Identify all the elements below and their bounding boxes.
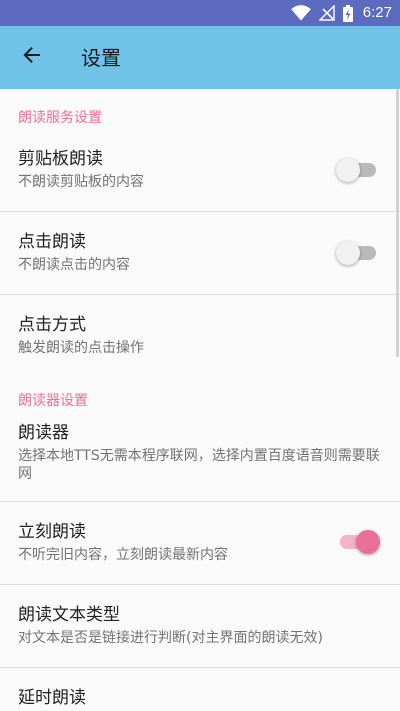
switch-thumb — [356, 530, 380, 554]
pref-immediate-read[interactable]: 立刻朗读 不听完旧内容，立刻朗读最新内容 — [0, 502, 400, 585]
clipboard-read-switch[interactable] — [336, 158, 376, 182]
page-title: 设置 — [81, 46, 121, 70]
category-reading-service: 朗读服务设置 — [18, 110, 102, 126]
pref-delayed-read[interactable]: 延时朗读 — [0, 668, 400, 711]
battery-charging-icon — [342, 4, 353, 22]
signal-off-icon — [318, 5, 335, 21]
wifi-icon — [290, 5, 311, 21]
pref-title: 点击朗读 — [18, 232, 86, 252]
pref-title: 朗读文本类型 — [18, 605, 120, 625]
pref-summary: 对文本是否是链接进行判断(对主界面的朗读无效) — [18, 630, 323, 646]
switch-thumb — [336, 241, 360, 265]
pref-title: 朗读器 — [18, 423, 69, 443]
pref-title: 立刻朗读 — [18, 522, 86, 542]
pref-summary: 不朗读剪贴板的内容 — [18, 174, 144, 190]
immediate-read-switch[interactable] — [340, 530, 380, 554]
click-read-switch[interactable] — [336, 241, 376, 265]
status-icons: 6:27 — [290, 4, 392, 22]
settings-list: 朗读服务设置 剪贴板朗读 不朗读剪贴板的内容 点击朗读 不朗读点击的内容 点击方… — [0, 89, 400, 711]
pref-title: 点击方式 — [18, 315, 86, 335]
switch-thumb — [336, 158, 360, 182]
arrow-back-icon — [22, 45, 42, 69]
pref-summary: 不朗读点击的内容 — [18, 257, 130, 273]
status-bar: 6:27 — [0, 0, 400, 26]
pref-summary: 不听完旧内容，立刻朗读最新内容 — [18, 547, 228, 563]
pref-summary: 触发朗读的点击操作 — [18, 340, 144, 356]
pref-title: 剪贴板朗读 — [18, 149, 103, 169]
back-button[interactable] — [10, 34, 54, 80]
status-time: 6:27 — [362, 4, 392, 21]
pref-summary: 选择本地TTS无需本程序联网，选择内置百度语音则需要联网 — [18, 448, 380, 482]
pref-click-mode[interactable]: 点击方式 触发朗读的点击操作 — [0, 295, 400, 372]
pref-text-type[interactable]: 朗读文本类型 对文本是否是链接进行判断(对主界面的朗读无效) — [0, 585, 400, 668]
category-reader: 朗读器设置 — [18, 393, 88, 409]
scrollbar[interactable] — [396, 89, 399, 357]
app-bar: 设置 — [0, 26, 400, 89]
pref-clipboard-read[interactable]: 剪贴板朗读 不朗读剪贴板的内容 — [0, 139, 400, 212]
pref-reader[interactable]: 朗读器 选择本地TTS无需本程序联网，选择内置百度语音则需要联网 — [0, 422, 400, 502]
pref-title: 延时朗读 — [18, 688, 86, 708]
pref-click-read[interactable]: 点击朗读 不朗读点击的内容 — [0, 212, 400, 295]
